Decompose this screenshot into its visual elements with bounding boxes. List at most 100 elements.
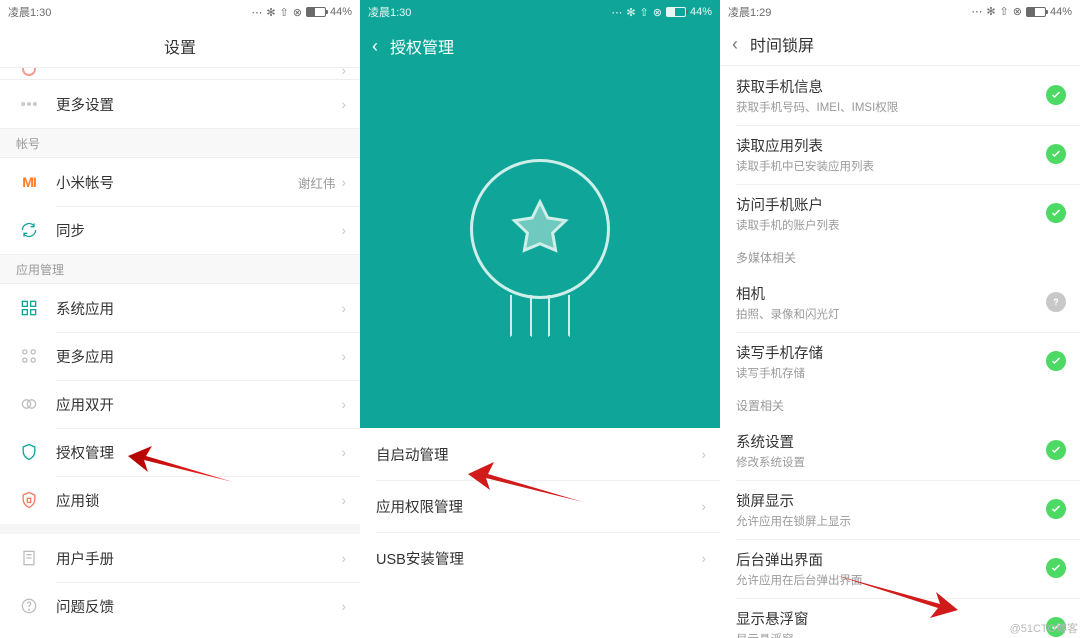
allowed-icon (1046, 351, 1066, 371)
row-label: 应用权限管理 (376, 496, 701, 517)
perm-storage[interactable]: 读写手机存储读写手机存储 (720, 332, 1080, 391)
watermark: @51CTO博客 (1010, 620, 1078, 636)
perm-sys-settings[interactable]: 系统设置修改系统设置 (720, 421, 1080, 480)
status-right: ⋯ ✻ ⇧ ⊗ 44% (971, 5, 1072, 18)
perm-title: 锁屏显示 (736, 490, 1046, 511)
row-user-manual[interactable]: 用户手册 › (0, 534, 360, 582)
dual-apps-icon (16, 394, 42, 414)
status-wifi-icon: ⇧ (280, 6, 289, 19)
chevron-right-icon: › (341, 492, 346, 508)
chevron-right-icon: › (341, 396, 346, 412)
row-autostart[interactable]: 自启动管理 › (360, 428, 720, 480)
back-icon[interactable]: ‹ (732, 34, 738, 55)
perm-lock-show[interactable]: 锁屏显示允许应用在锁屏上显示 (720, 480, 1080, 539)
perm-subtitle: 拍照、录像和闪光灯 (736, 306, 1046, 322)
section-settings: 设置相关 (720, 391, 1080, 421)
status-time: 凌晨1:29 (728, 4, 771, 20)
row-app-permissions[interactable]: 应用权限管理 › (360, 480, 720, 532)
row-label: 应用锁 (56, 490, 341, 511)
status-right: ⋯ ✻ ⇧ ⊗ 44% (611, 6, 712, 19)
row-label: 系统应用 (56, 298, 341, 319)
partial-row[interactable]: › (0, 68, 360, 80)
row-system-apps[interactable]: 系统应用 › (0, 284, 360, 332)
section-apps: 应用管理 (0, 254, 360, 284)
perm-phone-info[interactable]: 获取手机信息获取手机号码、IMEI、IMSI权限 (720, 66, 1080, 125)
perm-accounts[interactable]: 访问手机账户读取手机的账户列表 (720, 184, 1080, 243)
status-bt-icon: ✻ (626, 6, 635, 19)
back-icon[interactable]: ‹ (372, 36, 378, 57)
miui-icon (22, 68, 36, 76)
perm-subtitle: 允许应用在后台弹出界面 (736, 572, 1046, 588)
grid-icon (16, 298, 42, 318)
row-label: 小米帐号 (56, 172, 298, 193)
title-bar: ‹ 时间锁屏 (720, 23, 1080, 66)
perm-subtitle: 显示悬浮窗 (736, 631, 1046, 638)
hero (360, 68, 720, 428)
perm-title: 系统设置 (736, 431, 1046, 452)
chevron-right-icon: › (341, 300, 346, 316)
perm-app-list[interactable]: 读取应用列表读取手机中已安装应用列表 (720, 125, 1080, 184)
screen-settings: 凌晨1:30 ⋯ ✻ ⇧ ⊗ 44% 设置 › 更多设置 › 帐号 MI (0, 0, 360, 638)
chevron-right-icon: › (341, 96, 346, 112)
perm-bg-popup[interactable]: 后台弹出界面允许应用在后台弹出界面 (720, 539, 1080, 598)
status-bar: 凌晨1:30 ⋯ ✻ ⇧ ⊗ 44% (360, 0, 720, 24)
chevron-right-icon: › (341, 68, 346, 78)
status-more-icon: ⋯ (971, 5, 982, 18)
row-label: 更多设置 (56, 94, 341, 115)
perm-camera[interactable]: 相机拍照、录像和闪光灯 (720, 273, 1080, 332)
status-bt-icon: ✻ (266, 6, 275, 19)
row-label: 授权管理 (56, 442, 341, 463)
status-more-icon: ⋯ (251, 6, 262, 19)
row-dual-apps[interactable]: 应用双开 › (0, 380, 360, 428)
row-label: USB安装管理 (376, 548, 701, 569)
row-more-settings[interactable]: 更多设置 › (0, 80, 360, 128)
shield-icon (16, 442, 42, 462)
row-sync[interactable]: 同步 › (0, 206, 360, 254)
row-label: 更多应用 (56, 346, 341, 367)
battery-percent: 44% (690, 6, 712, 18)
allowed-icon (1046, 85, 1066, 105)
chevron-right-icon: › (701, 498, 706, 514)
status-more-icon: ⋯ (611, 6, 622, 19)
mi-logo-icon: MI (16, 174, 42, 190)
chevron-right-icon: › (341, 550, 346, 566)
row-more-apps[interactable]: 更多应用 › (0, 332, 360, 380)
allowed-icon (1046, 203, 1066, 223)
page-title: 授权管理 (390, 34, 454, 58)
chevron-right-icon: › (341, 444, 346, 460)
perm-title: 相机 (736, 283, 1046, 304)
title-bar: 设置 (0, 24, 360, 68)
section-account: 帐号 (0, 128, 360, 158)
lock-icon (16, 490, 42, 510)
row-value: 谢红伟 (298, 173, 336, 192)
chevron-right-icon: › (341, 348, 346, 364)
perm-title: 访问手机账户 (736, 194, 1046, 215)
circles-icon (16, 346, 42, 366)
row-permissions[interactable]: 授权管理 › (0, 428, 360, 476)
row-feedback[interactable]: 问题反馈 › (0, 582, 360, 630)
screen-app-perms: 凌晨1:29 ⋯ ✻ ⇧ ⊗ 44% ‹ 时间锁屏 获取手机信息获取手机号码、I… (720, 0, 1080, 638)
perm-title: 读取应用列表 (736, 135, 1046, 156)
ask-icon (1046, 292, 1066, 312)
battery-percent: 44% (330, 6, 352, 18)
battery-icon (1026, 7, 1046, 17)
row-app-lock[interactable]: 应用锁 › (0, 476, 360, 524)
chevron-right-icon: › (701, 550, 706, 566)
allowed-icon (1046, 440, 1066, 460)
title-bar: ‹ 授权管理 (360, 24, 720, 68)
perm-subtitle: 读取手机中已安装应用列表 (736, 158, 1046, 174)
row-usb-install[interactable]: USB安装管理 › (360, 532, 720, 584)
section-gap (0, 524, 360, 534)
row-label: 问题反馈 (56, 596, 341, 617)
perm-subtitle: 修改系统设置 (736, 454, 1046, 470)
book-icon (16, 548, 42, 568)
allowed-icon (1046, 558, 1066, 578)
perm-subtitle: 获取手机号码、IMEI、IMSI权限 (736, 99, 1046, 115)
status-bar: 凌晨1:29 ⋯ ✻ ⇧ ⊗ 44% (720, 0, 1080, 23)
battery-percent: 44% (1050, 6, 1072, 18)
row-label: 用户手册 (56, 548, 341, 569)
perm-title: 获取手机信息 (736, 76, 1046, 97)
row-mi-account[interactable]: MI 小米帐号 谢红伟 › (0, 158, 360, 206)
chevron-right-icon: › (341, 174, 346, 190)
perm-title: 读写手机存储 (736, 342, 1046, 363)
